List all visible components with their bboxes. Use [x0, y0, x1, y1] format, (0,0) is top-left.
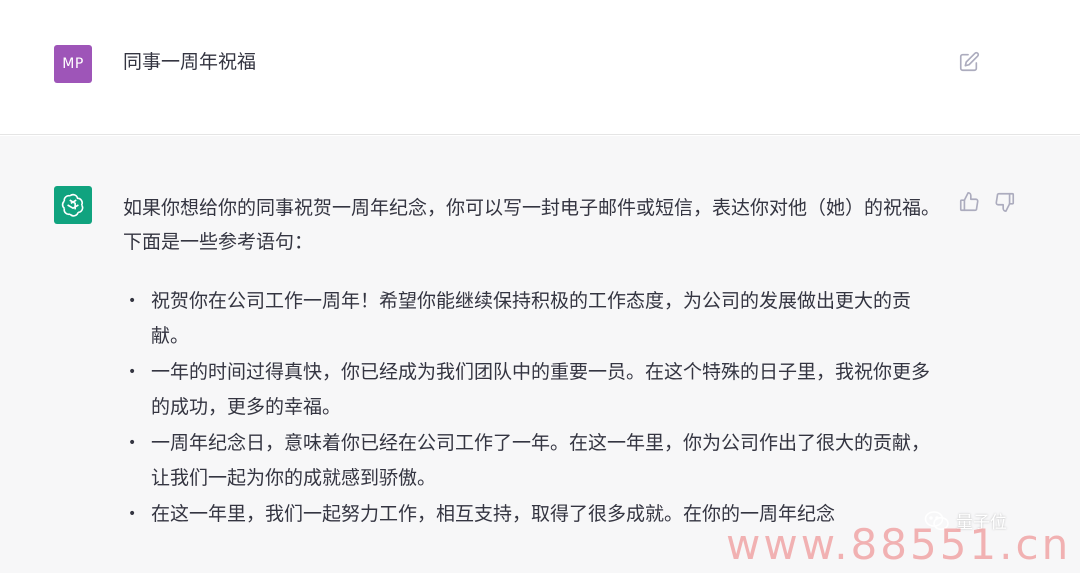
thumbs-up-icon[interactable]	[958, 191, 980, 213]
edit-icon[interactable]	[958, 51, 980, 73]
thumbs-down-icon[interactable]	[994, 191, 1016, 213]
assistant-avatar	[54, 186, 92, 224]
watermark-url: www.88551.cn	[726, 520, 1072, 569]
assistant-intro: 如果你想给你的同事祝贺一周年纪念，你可以写一封电子邮件或短信，表达你对他（她）的…	[123, 197, 941, 253]
suggestion-list: 祝贺你在公司工作一周年！希望你能继续保持积极的工作态度，为公司的发展做出更大的贡…	[123, 284, 943, 532]
user-message-row: MP 同事一周年祝福	[0, 0, 1080, 135]
user-avatar: MP	[54, 45, 92, 83]
user-avatar-initials: MP	[62, 56, 84, 72]
list-item: 一年的时间过得真快，你已经成为我们团队中的重要一员。在这个特殊的日子里，我祝你更…	[128, 355, 943, 425]
list-item: 祝贺你在公司工作一周年！希望你能继续保持积极的工作态度，为公司的发展做出更大的贡…	[128, 284, 943, 354]
assistant-message-row: 如果你想给你的同事祝贺一周年纪念，你可以写一封电子邮件或短信，表达你对他（她）的…	[0, 136, 1080, 573]
user-message-text: 同事一周年祝福	[123, 51, 257, 73]
assistant-message-text: 如果你想给你的同事祝贺一周年纪念，你可以写一封电子邮件或短信，表达你对他（她）的…	[123, 191, 943, 533]
openai-logo-icon	[61, 193, 84, 217]
list-item: 一周年纪念日，意味着你已经在公司工作了一年。在这一年里，你为公司作出了很大的贡献…	[128, 426, 943, 496]
